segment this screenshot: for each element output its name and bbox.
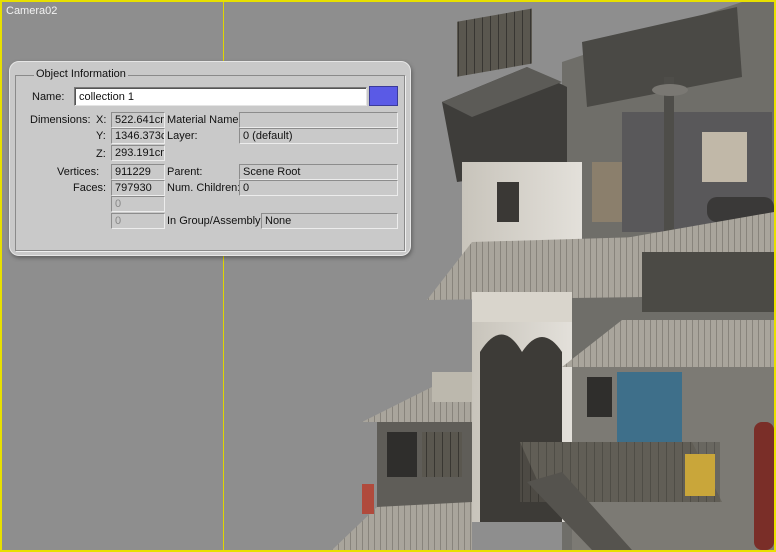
name-input[interactable] [74,87,367,106]
name-label: Name: [32,91,65,103]
in-group-field[interactable]: None [261,213,398,229]
in-group-label: In Group/Assembly: [167,215,264,227]
parent-label: Parent: [167,166,203,178]
z-label: Z: [96,148,106,160]
material-name-field[interactable] [239,112,398,128]
num-children-label: Num. Children: [167,182,241,194]
faces-field[interactable]: 797930 [111,180,165,196]
y-dimension-field[interactable]: 1346.373c [111,128,165,144]
object-information-panel: Object Information Name: Dimensions: X: … [9,61,411,256]
vertices-field[interactable]: 911229 [111,164,165,180]
y-label: Y: [96,130,106,142]
layer-field[interactable]: 0 (default) [239,128,398,144]
z-dimension-field[interactable]: 293.191cm [111,145,165,161]
x-dimension-field[interactable]: 522.641cm [111,112,165,128]
layer-label: Layer: [167,130,198,142]
x-label: X: [96,114,107,126]
material-name-label: Material Name: [167,114,242,126]
faces-label: Faces: [73,182,107,194]
vertices-label: Vertices: [57,166,100,178]
dimensions-label: Dimensions: [30,114,91,126]
extra-field-2: 0 [111,213,165,229]
parent-field[interactable]: Scene Root [239,164,398,180]
object-color-swatch[interactable] [369,86,398,106]
num-children-field[interactable]: 0 [239,180,398,196]
group-title: Object Information [34,68,128,80]
extra-field-1: 0 [111,196,165,212]
